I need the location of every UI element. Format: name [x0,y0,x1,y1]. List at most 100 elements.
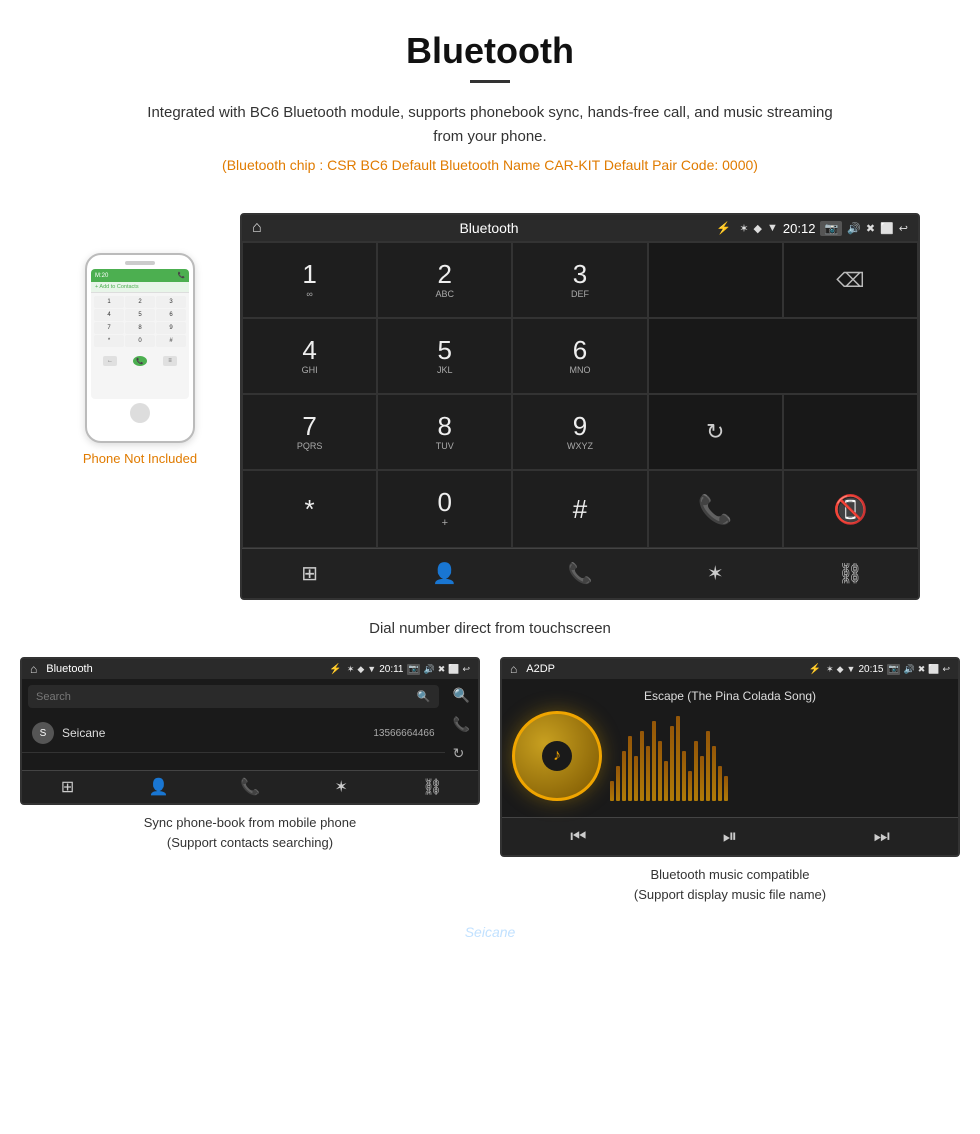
dial-key-star[interactable]: * [242,470,377,548]
phone-call-key[interactable]: 📞 [133,356,147,366]
title-underline [470,80,510,83]
hu-window-icon[interactable]: ⬜ [880,222,894,235]
pb-search-icon[interactable]: 🔍 [417,690,431,703]
music-album-inner: ♪ [542,741,572,771]
phone-key-9[interactable]: 9 [156,322,186,334]
pb-close-icon[interactable]: ✖ [438,664,446,675]
dial-key-hash[interactable]: # [512,470,647,548]
dial-refresh-button[interactable]: ↻ [648,394,783,470]
hu-bluetooth-icon[interactable]: ✶ [648,557,783,590]
dial-sub-8: TUV [436,441,454,451]
hu-link-icon[interactable]: ⛓ [783,557,918,590]
hu-call-log-icon[interactable]: 📞 [512,557,647,590]
phone-key-4[interactable]: 4 [94,309,124,321]
pb-contact-number: 13566664466 [373,728,434,739]
page-title: Bluetooth [20,30,960,72]
pb-caption-line2: (Support contacts searching) [167,835,333,850]
music-prev-button[interactable]: ⏮ [560,826,596,847]
phone-key-2[interactable]: 2 [125,296,155,308]
pb-back-icon[interactable]: ↩ [462,664,470,675]
pb-link-bottom-icon[interactable]: ⛓ [387,777,478,797]
hu-volume-icon[interactable]: 🔊 [847,222,861,235]
music-close-icon[interactable]: ✖ [918,664,926,675]
music-volume-icon[interactable]: 🔊 [903,664,914,675]
music-status-icons: ✶ ◆ ▼ 20:15 📷 🔊 ✖ ⬜ ↩ [826,664,950,675]
phone-key-3[interactable]: 3 [156,296,186,308]
pb-contacts-bottom-icon[interactable]: 👤 [113,777,204,797]
hu-usb-icon: ⚡ [716,221,731,235]
viz-bar-15 [694,741,698,801]
dial-key-0[interactable]: 0 + [377,470,512,548]
pb-contact-row[interactable]: S Seicane 13566664466 [22,714,445,753]
dial-key-8[interactable]: 8 TUV [377,394,512,470]
viz-bar-8 [652,721,656,801]
phone-menu-key[interactable]: ≡ [163,356,177,366]
pb-usb-icon: ⚡ [329,664,341,675]
dial-backspace-button[interactable]: ⌫ [783,242,918,318]
phone-bottom-bar: ← 📞 ≡ [91,352,189,370]
pb-dialpad-icon[interactable]: ⊞ [22,777,113,797]
pb-call-log-bottom-icon[interactable]: 📞 [204,777,295,797]
pb-content-area: Search 🔍 S Seicane 13566664466 🔍 📞 ↻ [22,679,478,770]
viz-bar-1 [610,781,614,801]
pb-search-right-icon[interactable]: 🔍 [453,687,470,704]
pb-bt-bottom-icon[interactable]: ✶ [296,777,387,797]
hu-time: 20:12 [783,221,816,236]
phone-signal: M:20 [95,273,108,279]
phone-key-1[interactable]: 1 [94,296,124,308]
phone-key-7[interactable]: 7 [94,322,124,334]
music-home-icon[interactable]: ⌂ [510,662,517,676]
dial-key-6[interactable]: 6 MNO [512,318,647,394]
dial-key-2[interactable]: 2 ABC [377,242,512,318]
pb-phone-right-icon[interactable]: 📞 [453,716,470,733]
phone-key-5[interactable]: 5 [125,309,155,321]
music-back-icon[interactable]: ↩ [942,664,950,675]
dial-call-button[interactable]: 📞 [648,470,783,548]
pb-window-icon[interactable]: ⬜ [448,664,459,675]
phone-key-8[interactable]: 8 [125,322,155,334]
hu-bottom-toolbar: ⊞ 👤 📞 ✶ ⛓ [242,548,918,598]
music-title: A2DP [522,663,803,675]
pb-camera-icon[interactable]: 📷 [407,664,421,675]
hu-camera-icon[interactable]: 📷 [820,221,842,236]
dial-key-3[interactable]: 3 DEF [512,242,647,318]
music-usb-icon: ⚡ [809,664,821,675]
phone-key-hash[interactable]: # [156,335,186,347]
phone-speaker [125,261,155,265]
music-caption-line2: (Support display music file name) [634,887,826,902]
hu-dialpad-icon[interactable]: ⊞ [242,557,377,590]
viz-bar-5 [634,756,638,801]
phone-home-button[interactable] [130,403,150,423]
phone-key-6[interactable]: 6 [156,309,186,321]
music-next-button[interactable]: ⏭ [864,826,900,847]
pb-volume-icon[interactable]: 🔊 [423,664,434,675]
music-window-icon[interactable]: ⬜ [928,664,939,675]
dial-key-5[interactable]: 5 JKL [377,318,512,394]
hu-status-bar: ⌂ Bluetooth ⚡ ✶ ◆ ▼ 20:12 📷 🔊 ✖ ⬜ ↩ [242,215,918,241]
dial-key-9[interactable]: 9 WXYZ [512,394,647,470]
hu-home-icon[interactable]: ⌂ [252,219,262,237]
dial-key-7[interactable]: 7 PQRS [242,394,377,470]
hu-back-icon[interactable]: ↩ [899,222,908,235]
music-camera-icon[interactable]: 📷 [887,664,901,675]
music-play-pause-button[interactable]: ⏯ [713,826,747,847]
viz-bar-17 [706,731,710,801]
dial-sub-6: MNO [569,365,590,375]
pb-search-bar[interactable]: Search 🔍 [28,685,439,708]
dial-key-1[interactable]: 1 ∞ [242,242,377,318]
hu-close-icon[interactable]: ✖ [866,222,875,235]
dial-empty-row3 [783,394,918,470]
phone-back-key[interactable]: ← [103,356,117,366]
viz-bar-11 [670,726,674,801]
phone-key-0[interactable]: 0 [125,335,155,347]
music-block: ⌂ A2DP ⚡ ✶ ◆ ▼ 20:15 📷 🔊 ✖ ⬜ ↩ Escape (T… [500,657,960,904]
viz-bar-3 [622,751,626,801]
dial-key-4[interactable]: 4 GHI [242,318,377,394]
pb-home-icon[interactable]: ⌂ [30,662,37,676]
hu-contacts-icon[interactable]: 👤 [377,557,512,590]
music-visualizer [602,711,948,801]
dial-hangup-button[interactable]: 📵 [783,470,918,548]
pb-refresh-right-icon[interactable]: ↻ [453,745,470,762]
phone-key-star[interactable]: * [94,335,124,347]
music-bt-icon: ✶ [826,664,834,675]
